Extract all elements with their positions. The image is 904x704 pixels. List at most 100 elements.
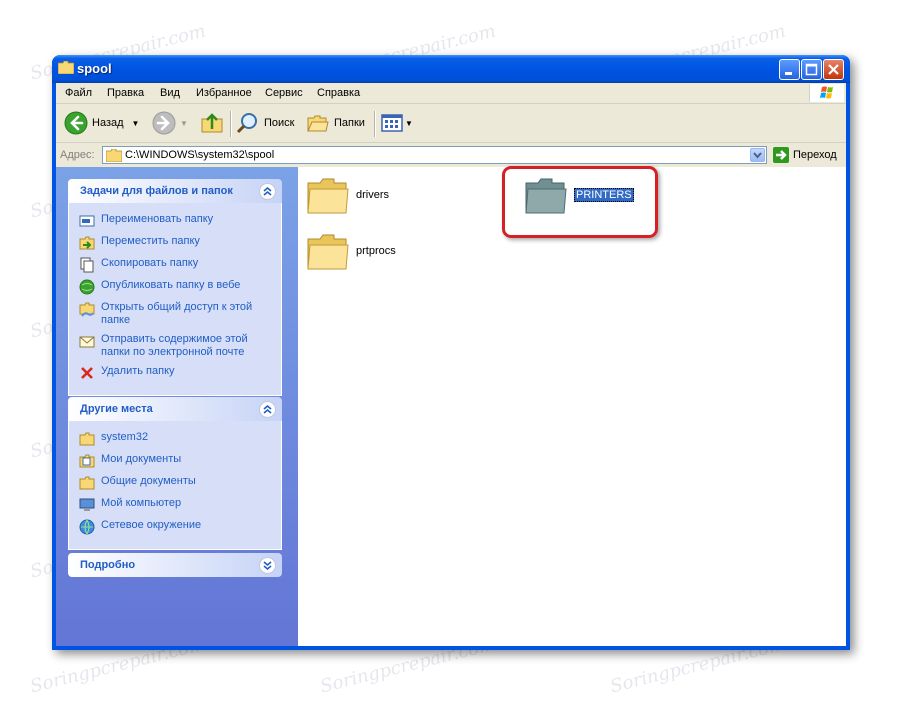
email-icon	[79, 336, 95, 348]
menu-file[interactable]: Файл	[65, 87, 92, 99]
place-my-documents[interactable]: Мои документы	[79, 453, 271, 469]
place-system32[interactable]: system32	[79, 431, 271, 447]
minimize-icon	[785, 72, 792, 75]
details-header[interactable]: Подробно	[68, 553, 282, 577]
dropdown-arrow-icon: ▼	[405, 118, 413, 128]
back-label: Назад	[92, 117, 124, 129]
details-panel: Подробно	[68, 553, 282, 577]
folders-button[interactable]: Папки	[306, 112, 365, 134]
task-label: Опубликовать папку в вебе	[101, 279, 241, 291]
task-copy-folder[interactable]: Скопировать папку	[79, 257, 271, 273]
address-input[interactable]: C:\WINDOWS\system32\spool	[102, 146, 767, 164]
search-icon	[236, 113, 257, 134]
folders-label: Папки	[334, 117, 365, 129]
move-icon	[79, 236, 95, 250]
task-label: Отправить содержимое этой папки по элект…	[101, 333, 248, 358]
address-bar: Адрес: C:\WINDOWS\system32\spool Переход	[56, 144, 846, 166]
address-label: Адрес:	[60, 149, 95, 161]
collapse-icon[interactable]	[259, 401, 276, 418]
file-tasks-header[interactable]: Задачи для файлов и папок	[68, 179, 282, 203]
menu-view[interactable]: Вид	[160, 87, 180, 99]
back-button[interactable]: Назад ▼	[64, 111, 140, 135]
up-button[interactable]	[200, 112, 228, 134]
close-icon	[828, 64, 839, 75]
highlight-box	[502, 166, 658, 238]
close-button[interactable]	[823, 59, 844, 80]
window-title: spool	[77, 61, 112, 76]
title-bar[interactable]: spool	[52, 55, 850, 83]
place-label: system32	[101, 431, 149, 443]
network-icon	[79, 519, 95, 535]
place-label: Общие документы	[101, 475, 196, 487]
place-network[interactable]: Сетевое окружение	[79, 519, 271, 535]
folder-icon	[79, 476, 95, 490]
menu-favorites[interactable]: Избранное	[196, 87, 252, 99]
views-button[interactable]: ▼	[380, 112, 413, 134]
folder-up-icon	[201, 113, 223, 133]
folder-name: drivers	[356, 189, 390, 201]
expand-icon[interactable]	[259, 557, 276, 574]
my-documents-icon	[79, 454, 95, 468]
toolbar-separator	[374, 111, 376, 137]
chevron-down-icon	[753, 152, 762, 159]
back-arrow-icon	[64, 111, 88, 135]
place-label: Мои документы	[101, 453, 182, 465]
place-label: Сетевое окружение	[101, 519, 202, 531]
go-arrow-icon	[773, 147, 789, 163]
task-publish-web[interactable]: Опубликовать папку в вебе	[79, 279, 271, 295]
task-label: Открыть общий доступ к этой папке	[101, 301, 253, 326]
maximize-button[interactable]	[801, 59, 822, 80]
forward-arrow-icon	[152, 111, 176, 135]
explorer-window: spool Файл Правка Вид Избранное Сервис С…	[52, 55, 850, 650]
place-shared-documents[interactable]: Общие документы	[79, 475, 271, 491]
toolbar-separator	[230, 111, 232, 137]
folder-drivers[interactable]: drivers	[304, 171, 389, 219]
views-icon	[381, 114, 403, 132]
forward-button[interactable]: ▼	[152, 111, 188, 135]
search-button[interactable]: Поиск	[236, 112, 294, 134]
task-rename-folder[interactable]: Переименовать папку	[79, 213, 271, 229]
other-places-list: system32 Мои документы Общие документы М…	[68, 421, 282, 550]
folders-icon	[307, 115, 329, 132]
folder-prtprocs[interactable]: prtprocs	[304, 227, 396, 275]
details-title: Подробно	[80, 559, 136, 571]
other-places-header[interactable]: Другие места	[68, 397, 282, 421]
task-label: Переименовать папку	[101, 213, 214, 225]
go-label: Переход	[793, 149, 837, 161]
menu-tools[interactable]: Сервис	[265, 87, 303, 99]
task-label: Удалить папку	[101, 365, 175, 377]
folder-name: prtprocs	[356, 245, 396, 257]
collapse-icon[interactable]	[259, 183, 276, 200]
task-move-folder[interactable]: Переместить папку	[79, 235, 271, 251]
other-places-panel: Другие места system32 Мои документы Общи…	[68, 397, 282, 550]
minimize-button[interactable]	[779, 59, 800, 80]
place-label: Мой компьютер	[101, 497, 182, 509]
task-share-folder[interactable]: Открыть общий доступ к этой папке	[79, 301, 271, 327]
menu-bar: Файл Правка Вид Избранное Сервис Справка	[56, 83, 846, 104]
delete-icon	[81, 367, 93, 379]
task-label: Переместить папку	[101, 235, 200, 247]
folder-icon	[58, 61, 74, 74]
windows-logo-icon	[809, 84, 844, 102]
menu-edit[interactable]: Правка	[107, 87, 144, 99]
other-places-title: Другие места	[80, 403, 153, 415]
share-icon	[79, 302, 95, 317]
folder-icon	[307, 178, 349, 214]
menu-help[interactable]: Справка	[317, 87, 360, 99]
toolbar: Назад ▼ ▼ Поиск Папки ▼	[56, 104, 846, 143]
maximize-icon	[805, 63, 818, 76]
dropdown-arrow-icon[interactable]: ▼	[132, 119, 140, 128]
go-button[interactable]: Переход	[773, 147, 837, 163]
folder-icon	[106, 149, 122, 162]
file-list: drivers prtprocs PRINTERS	[298, 167, 846, 646]
place-my-computer[interactable]: Мой компьютер	[79, 497, 271, 513]
window-client: Файл Правка Вид Избранное Сервис Справка	[56, 83, 846, 646]
address-path: C:\WINDOWS\system32\spool	[125, 149, 275, 161]
file-tasks-panel: Задачи для файлов и папок Переименовать …	[68, 179, 282, 396]
task-delete-folder[interactable]: Удалить папку	[79, 365, 271, 381]
task-label: Скопировать папку	[101, 257, 199, 269]
dropdown-arrow-icon: ▼	[180, 118, 188, 128]
copy-icon	[80, 257, 94, 273]
task-email-folder[interactable]: Отправить содержимое этой папки по элект…	[79, 333, 271, 359]
address-dropdown-button[interactable]	[750, 148, 765, 162]
